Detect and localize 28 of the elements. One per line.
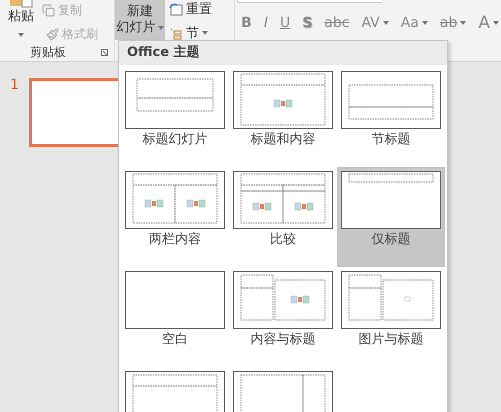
gallery-header: Office 主题 <box>119 41 447 65</box>
caret-icon <box>460 21 466 25</box>
layout-option[interactable]: 比较 <box>229 167 337 267</box>
caret-icon <box>382 21 389 25</box>
layout-reset-icon <box>169 3 184 16</box>
caret-icon <box>158 26 164 30</box>
caret-icon <box>18 33 24 37</box>
new-slide-button[interactable]: 新建 幻灯片 <box>115 0 166 40</box>
layout-option[interactable]: 标题和内容 <box>229 67 337 167</box>
layout-option[interactable]: 节标题 <box>337 67 445 167</box>
layout-option[interactable]: 仅标题 <box>337 167 445 267</box>
copy-icon <box>42 4 55 16</box>
dialog-launcher-icon <box>101 48 108 56</box>
layout-option[interactable]: 空白 <box>121 267 229 367</box>
paste-button[interactable]: 粘贴 <box>0 0 42 44</box>
layout-option[interactable]: 标题幻灯片 <box>121 67 229 167</box>
slide-number: 1 <box>10 78 19 95</box>
reset-button[interactable]: 重置 <box>169 0 212 20</box>
caret-icon <box>493 21 499 25</box>
caret-icon <box>422 21 428 25</box>
section-icon <box>169 26 184 40</box>
brush-icon <box>46 28 59 40</box>
group-label: 剪贴板 <box>30 44 66 61</box>
layout-option[interactable]: 内容与标题 <box>229 267 337 367</box>
caret-icon <box>202 31 208 36</box>
section-button[interactable]: 节 <box>169 24 212 43</box>
layout-option[interactable]: 图片与标题 <box>337 267 445 367</box>
layout-option[interactable]: 两栏内容 <box>121 167 229 267</box>
